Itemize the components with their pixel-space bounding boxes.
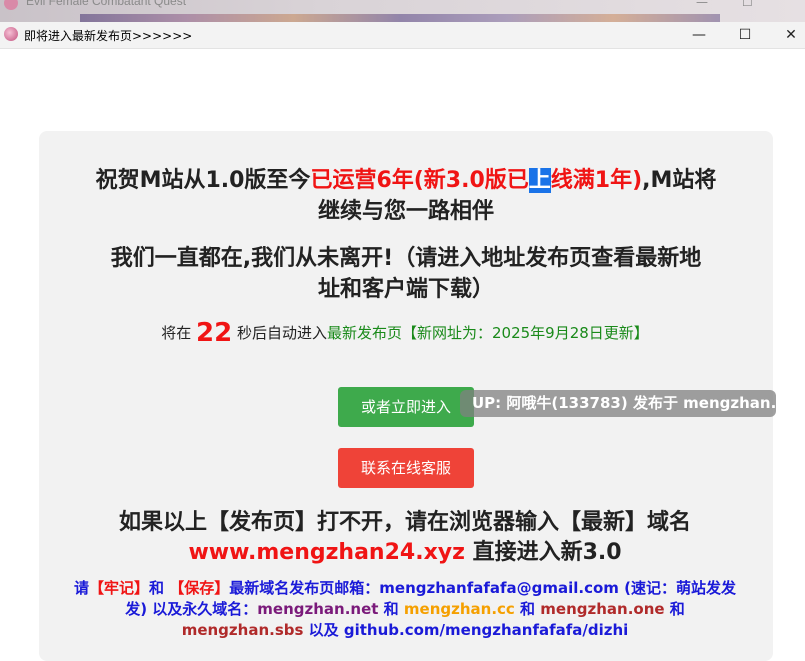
always-here-line1: 我们一直都在,我们从未离开!（请进入地址发布页查看最新地 — [110, 246, 702, 271]
footer-text: 和 — [149, 579, 170, 597]
always-here-line2: 址和客户端下载） — [317, 277, 494, 302]
footer-and: 和 — [514, 600, 541, 618]
congrats-text-end: ,M站将 — [642, 168, 717, 193]
domain-link-net[interactable]: mengzhan.net — [257, 600, 378, 618]
contact-support-button[interactable]: 联系在线客服 — [338, 448, 474, 488]
footer-and: 和 — [378, 600, 404, 618]
footer-remember: 【牢记】 — [89, 579, 150, 597]
background-maximize-icon[interactable]: ☐ — [742, 0, 753, 9]
minimize-button[interactable]: — — [676, 22, 722, 48]
congrats-highlight-end: 线满1年) — [550, 168, 643, 193]
fallback-domain-link[interactable]: www.mengzhan24.xyz — [188, 540, 464, 565]
release-page-link[interactable]: 最新发布页【新网址为：2025年9月28日更新】 — [327, 324, 649, 342]
domain-link-cc[interactable]: mengzhan.cc — [404, 600, 515, 618]
congrats-highlight: 已运营6年(新3.0版已 — [310, 168, 529, 193]
footer-save: 【保存】 — [169, 579, 230, 597]
window-title: 即将进入最新发布页>>>>>> — [24, 29, 193, 43]
background-app-icon — [4, 0, 18, 10]
enter-now-button[interactable]: 或者立即进入 — [338, 387, 474, 427]
uploader-overlay: UP: 阿哦牛(133783) 发布于 mengzhan.cc — [460, 390, 794, 417]
github-link[interactable]: github.com/mengzhanfafafa/dizhi — [344, 621, 628, 639]
domain-link-one[interactable]: mengzhan.one — [540, 600, 664, 618]
congrats-heading: 祝贺M站从1.0版至今已运营6年(新3.0版已上线满1年),M站将 继续与您一路… — [78, 165, 734, 227]
app-icon — [4, 27, 18, 41]
selected-text: 上 — [528, 168, 551, 193]
footer-text: 请 — [73, 579, 89, 597]
countdown-suffix: 秒后自动进入 — [236, 324, 327, 342]
domain-link-sbs[interactable]: mengzhan.sbs — [182, 621, 304, 639]
close-button[interactable]: ✕ — [768, 22, 805, 48]
background-window-titlebar[interactable]: Evil Female Combatant Quest — ☐ — [0, 0, 805, 22]
fallback-line1: 如果以上【发布页】打不开，请在浏览器输入【最新】域名 — [118, 510, 691, 535]
fallback-line2: 直接进入新3.0 — [464, 540, 622, 565]
background-minimize-icon[interactable]: — — [696, 0, 708, 9]
congrats-text: 祝贺M站从1.0版至今 — [95, 168, 311, 193]
background-window-title: Evil Female Combatant Quest — [26, 0, 187, 8]
always-here-heading: 我们一直都在,我们从未离开!（请进入地址发布页查看最新地 址和客户端下载） — [78, 243, 734, 305]
countdown-prefix: 将在 — [161, 324, 192, 342]
countdown-seconds: 22 — [196, 318, 233, 348]
congrats-line2: 继续与您一路相伴 — [317, 199, 494, 224]
footer-also: 以及 — [303, 621, 344, 639]
footer-notice: 请【牢记】和 【保存】最新域名发布页邮箱：mengzhanfafafa@gmai… — [70, 578, 740, 641]
countdown-line: 将在 22 秒后自动进入最新发布页【新网址为：2025年9月28日更新】 — [80, 318, 730, 348]
fallback-heading: 如果以上【发布页】打不开，请在浏览器输入【最新】域名 www.mengzhan2… — [60, 508, 750, 568]
background-window-artwork — [80, 14, 720, 22]
maximize-button[interactable]: ☐ — [722, 22, 768, 48]
footer-and: 和 — [664, 600, 685, 618]
window-titlebar[interactable]: 即将进入最新发布页>>>>>> — ☐ ✕ — [0, 22, 805, 49]
